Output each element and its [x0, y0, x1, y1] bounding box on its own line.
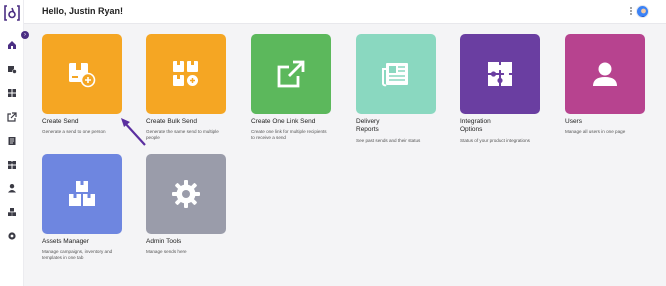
card-title: Assets Manager [42, 238, 89, 245]
card-title: Delivery Reports [356, 118, 380, 133]
boxes-icon[interactable] [7, 207, 17, 217]
send-box-icon [69, 63, 96, 88]
grid-icon[interactable] [7, 88, 17, 98]
external-link-icon[interactable] [7, 112, 17, 122]
app-window: › Hello, Justin Ryan! Create Send Genera… [0, 0, 666, 286]
kebab-menu-icon[interactable] [629, 6, 633, 18]
card-title: Create Bulk Send [146, 118, 197, 125]
card-description: See past sends and their status [356, 138, 421, 143]
report-icon[interactable] [7, 136, 17, 146]
card-description: Manage sends here [146, 249, 187, 254]
card-title: Admin Tools [146, 238, 182, 245]
user-icon[interactable] [7, 183, 17, 193]
gear-icon [172, 180, 200, 208]
external-link-icon [277, 60, 305, 88]
home-icon[interactable] [7, 40, 17, 50]
delivery-reports-tile[interactable] [356, 34, 436, 114]
avatar[interactable] [636, 5, 649, 18]
admin-tools-tile[interactable] [146, 154, 226, 234]
sidebar [0, 0, 24, 286]
card-description: Generate the same send to multiple peopl… [146, 129, 219, 140]
card-description: Manage all users in one page [565, 129, 626, 134]
sidebar-collapse-button[interactable]: › [21, 31, 29, 39]
card-description: Create one link for multiple recipients … [251, 129, 327, 140]
assets-manager-tile[interactable] [42, 154, 122, 234]
boxes-icon [69, 181, 95, 206]
puzzle-icon [488, 62, 512, 86]
card-description: Manage campaigns, inventory and template… [42, 249, 113, 260]
annotation-arrow [121, 118, 146, 146]
gear-icon[interactable] [7, 231, 17, 241]
card-title: Create One Link Send [251, 118, 316, 125]
greeting-title: Hello, Justin Ryan! [42, 6, 124, 16]
card-title: Integration Options [460, 118, 491, 133]
logo [4, 5, 20, 21]
create-send-tile[interactable] [42, 34, 122, 114]
create-one-link-send-tile[interactable] [251, 34, 331, 114]
card-title: Users [565, 118, 582, 125]
send-box-icon[interactable] [7, 64, 17, 74]
bulk-boxes-icon [173, 61, 198, 86]
puzzle-icon[interactable] [7, 160, 17, 170]
newspaper-icon [382, 63, 408, 87]
top-bar: Hello, Justin Ryan! [24, 0, 666, 24]
user-icon [593, 62, 617, 86]
create-bulk-send-tile[interactable] [146, 34, 226, 114]
users-tile[interactable] [565, 34, 645, 114]
integration-options-tile[interactable] [460, 34, 540, 114]
card-description: Status of your product integrations [460, 138, 530, 143]
